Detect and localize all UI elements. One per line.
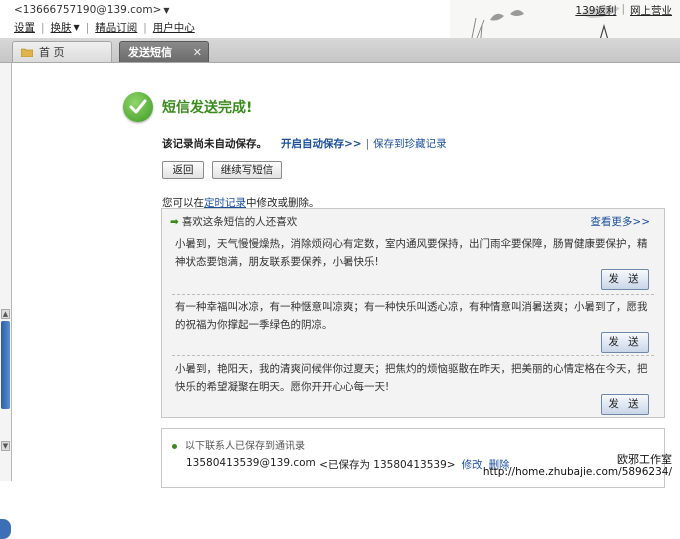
- saved-contacts-heading-text: 以下联系人已保存到通讯录: [185, 441, 305, 452]
- contact-row: 13580413539@139.com <已保存为 13580413539> 修…: [186, 457, 510, 472]
- saved-contacts-box: 以下联系人已保存到通讯录 13580413539@139.com <已保存为 1…: [161, 428, 665, 488]
- enable-auto-save-link[interactable]: 开启自动保存>>: [281, 136, 362, 151]
- saved-contacts-heading: 以下联系人已保存到通讯录: [172, 437, 305, 452]
- scroll-down-arrow-icon[interactable]: ▼: [1, 441, 10, 451]
- watermark-studio: 欧邪工作室: [617, 453, 672, 466]
- tab-home-label: 首 页: [39, 46, 65, 59]
- account-email[interactable]: <13666757190@139.com>: [14, 4, 161, 16]
- scroll-up-arrow-icon[interactable]: ▲: [1, 309, 10, 319]
- link-separator: |: [621, 3, 625, 15]
- link-online-hall[interactable]: 网上营业: [630, 3, 672, 18]
- menu-user-center[interactable]: 用户中心: [153, 20, 195, 35]
- recommendation-heading: ➡ 喜欢这条短信的人还喜欢: [170, 214, 297, 229]
- message-divider: [172, 355, 654, 356]
- top-menu: 设置 | 换肤 ▼ | 精品订阅 | 用户中心: [14, 20, 195, 35]
- continue-writing-button[interactable]: 继续写短信: [212, 161, 282, 179]
- menu-settings[interactable]: 设置: [14, 20, 35, 35]
- tab-home[interactable]: 首 页: [12, 41, 112, 62]
- page-title: 短信发送完成!: [162, 100, 253, 116]
- left-scrollbar[interactable]: ▲ ▼: [0, 63, 12, 539]
- folder-icon: [20, 47, 34, 58]
- tab-strip: 首 页 发送短信 ✕: [0, 38, 680, 63]
- contact-number: 13580413539@139.com: [186, 457, 316, 469]
- arrow-right-icon: ➡: [170, 216, 179, 228]
- top-links: 139返利 | 网上营业: [575, 3, 672, 18]
- menu-separator: |: [41, 21, 45, 34]
- chevron-down-icon[interactable]: ▼: [74, 23, 80, 32]
- edit-contact-link[interactable]: 修改: [462, 457, 483, 472]
- recommended-message: 小暑到，天气慢慢燥热，消除烦闷心有定数，室内通风要保持，出门雨伞要保障，肠胃健康…: [175, 238, 648, 268]
- recommendation-heading-text: 喜欢这条短信的人还喜欢: [181, 216, 298, 228]
- see-more-link[interactable]: 查看更多>>: [590, 214, 650, 229]
- recommended-message: 有一种幸福叫冰凉，有一种惬意叫凉爽；有一种快乐叫透心凉，有种情意叫消暑送爽；小暑…: [175, 301, 648, 331]
- save-notice-text: 该记录尚未自动保存。: [162, 138, 267, 150]
- menu-subscriptions[interactable]: 精品订阅: [95, 20, 137, 35]
- account-switcher[interactable]: <13666757190@139.com> ▼: [14, 4, 170, 16]
- back-button[interactable]: 返回: [162, 161, 204, 179]
- watermark-url: http://home.zhubajie.com/5896234/: [482, 466, 672, 478]
- save-to-favorites-link[interactable]: 保存到珍藏记录: [373, 136, 447, 151]
- menu-separator: |: [143, 21, 147, 34]
- link-cashback[interactable]: 139返利: [575, 3, 616, 18]
- send-button[interactable]: 发 送: [601, 394, 649, 415]
- recommended-message: 小暑到，艳阳天，我的清爽问候伴你过夏天；把焦灼的烦恼驱散在昨天，把美丽的心情定格…: [175, 363, 648, 393]
- notice-separator: |: [365, 137, 370, 150]
- chevron-down-icon[interactable]: ▼: [163, 6, 169, 15]
- app-logo-icon: [0, 519, 11, 539]
- success-check-icon: [123, 92, 153, 122]
- menu-skin[interactable]: 换肤: [51, 20, 72, 35]
- close-icon[interactable]: ✕: [193, 46, 202, 59]
- save-notice: 该记录尚未自动保存。 开启自动保存>> | 保存到珍藏记录: [162, 136, 447, 151]
- send-button[interactable]: 发 送: [601, 269, 649, 290]
- recommendation-box: ➡ 喜欢这条短信的人还喜欢 查看更多>> 小暑到，天气慢慢燥热，消除烦闷心有定数，…: [161, 208, 665, 418]
- send-button[interactable]: 发 送: [601, 332, 649, 353]
- tab-send-sms[interactable]: 发送短信 ✕: [119, 41, 209, 62]
- tab-send-sms-label: 发送短信: [128, 46, 172, 59]
- bullet-dot-icon: [172, 443, 177, 449]
- message-divider: [172, 294, 654, 295]
- scrollbar-thumb[interactable]: [1, 321, 10, 409]
- contact-saved-as: <已保存为 13580413539>: [319, 459, 456, 471]
- menu-separator: |: [85, 21, 90, 34]
